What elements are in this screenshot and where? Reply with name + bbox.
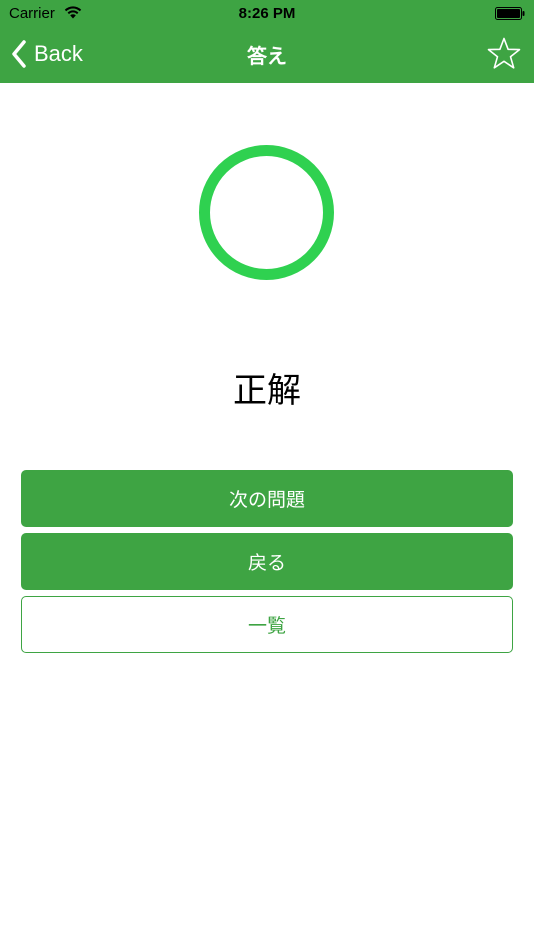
navigation-bar: Back 答え	[0, 28, 534, 83]
return-label: 戻る	[247, 552, 286, 574]
next-question-label: 次の問題	[228, 489, 305, 511]
battery-icon	[495, 7, 525, 20]
status-bar: Carrier 8:26 PM	[0, 0, 534, 28]
circle-correct-icon	[199, 145, 334, 280]
list-label: 一覧	[247, 615, 286, 637]
page-title: 答え	[247, 44, 287, 68]
next-question-button[interactable]: 次の問題	[21, 470, 513, 527]
star-outline-icon[interactable]	[486, 36, 522, 72]
status-time: 8:26 PM	[238, 5, 296, 22]
list-button[interactable]: 一覧	[21, 596, 513, 653]
result-label: 正解	[233, 371, 301, 411]
return-button[interactable]: 戻る	[21, 533, 513, 590]
top-bar: Carrier 8:26 PM Back 答え	[0, 0, 534, 83]
